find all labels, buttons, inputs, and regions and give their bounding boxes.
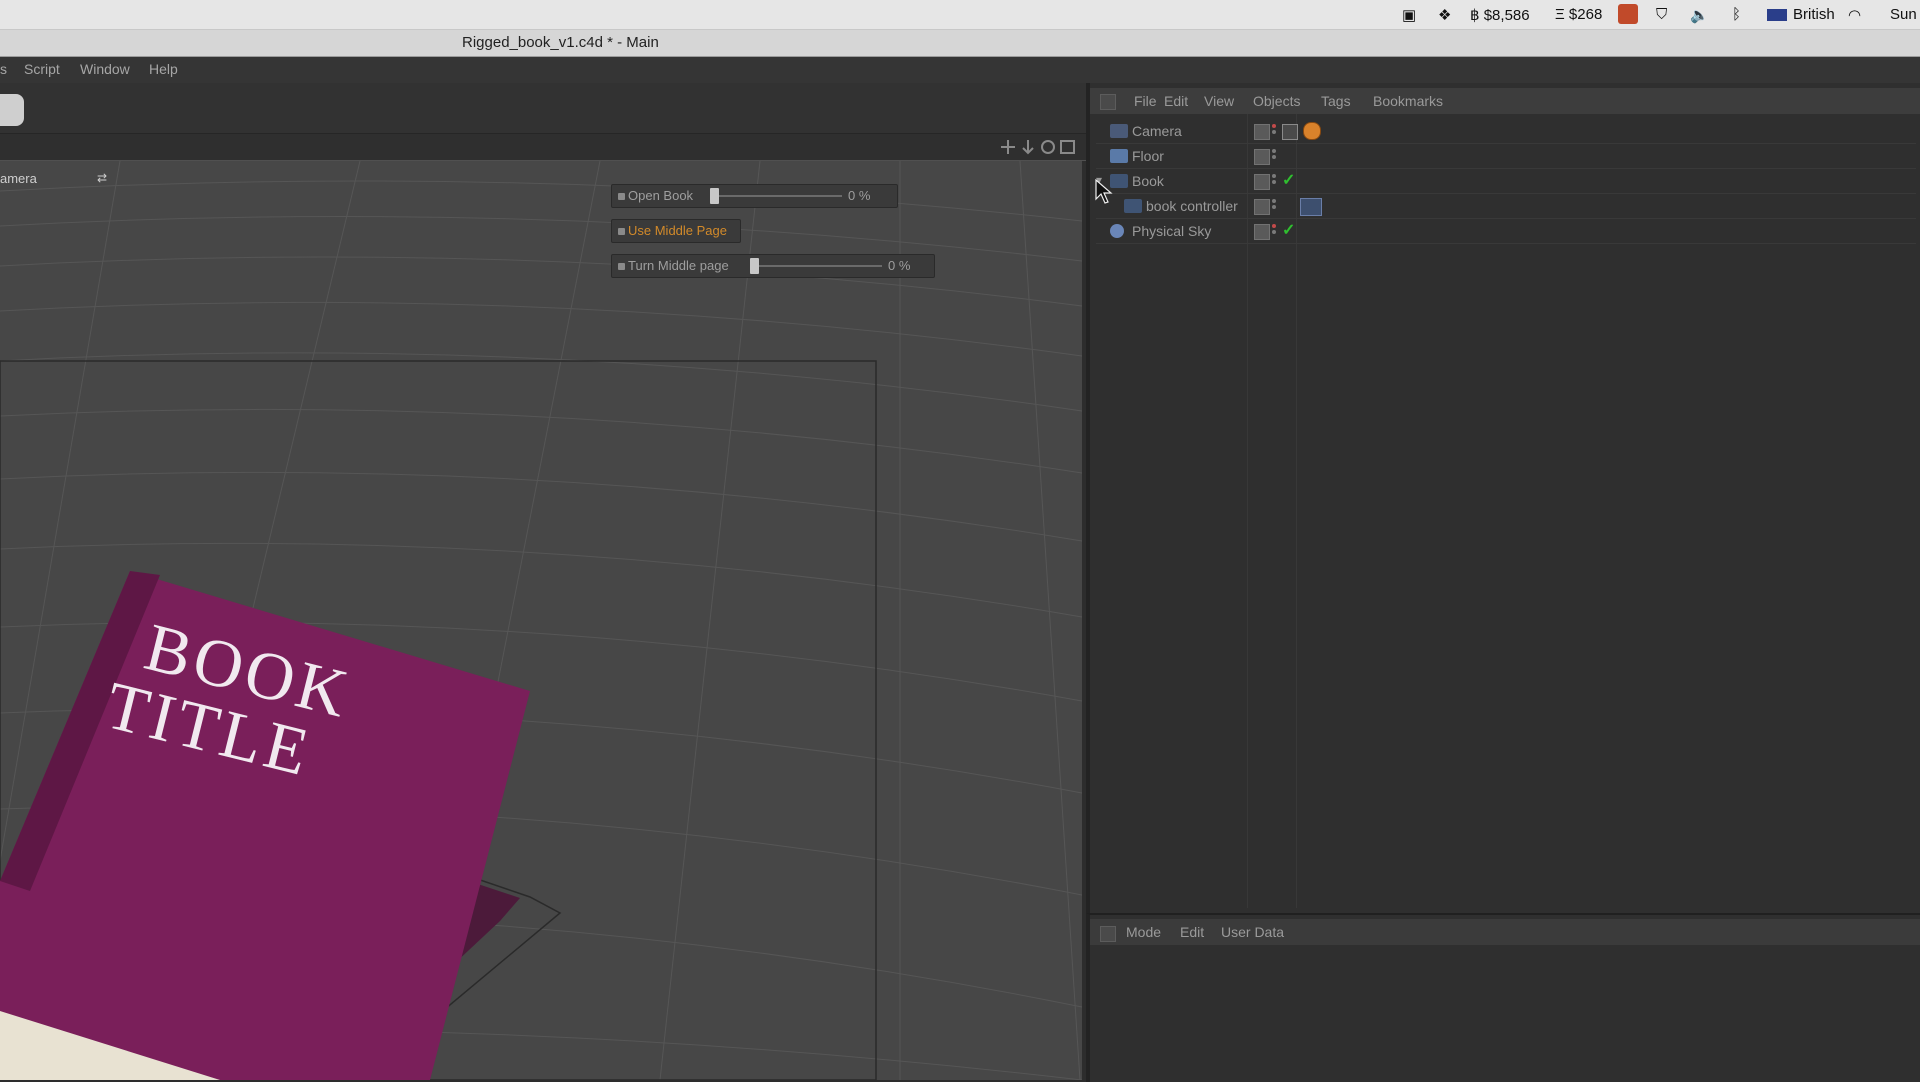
editor-render-dots[interactable] <box>1272 174 1276 188</box>
menu-item-help[interactable]: Help <box>149 61 178 77</box>
om-menu-edit[interactable]: Edit <box>1164 93 1188 109</box>
object-manager-menu: File Edit View Objects Tags Bookmarks <box>1090 88 1920 114</box>
toolbar <box>0 83 1086 134</box>
screen-record-icon[interactable]: ▣ <box>1402 6 1416 24</box>
object-row-book[interactable]: ▾ Book <box>1096 169 1916 194</box>
sky-icon <box>1110 224 1124 238</box>
turn-middle-page-value[interactable]: 0 % <box>888 258 910 273</box>
slider-thumb[interactable] <box>710 188 719 204</box>
flag-uk-icon <box>1767 9 1787 21</box>
open-book-value[interactable]: 0 % <box>848 188 870 203</box>
dropbox-icon[interactable]: ❖ <box>1438 6 1451 24</box>
om-menu-file[interactable]: File <box>1134 93 1157 109</box>
use-middle-page-toggle[interactable]: Use Middle Page <box>611 219 741 243</box>
menu-item-window[interactable]: Window <box>80 61 130 77</box>
visibility-toggle[interactable] <box>1254 149 1270 165</box>
clock[interactable]: Sun <box>1890 6 1917 23</box>
om-menu-bookmarks[interactable]: Bookmarks <box>1373 93 1443 109</box>
am-menu-mode[interactable]: Mode <box>1126 924 1161 940</box>
editor-render-dots[interactable] <box>1272 224 1276 238</box>
use-middle-page-label: Use Middle Page <box>628 223 727 238</box>
enabled-check-icon[interactable]: ✓ <box>1282 220 1295 240</box>
system-menu-bar: ▣ ❖ ฿ $8,586 Ξ $268 ⛉ 🔈 ᛒ British ◠ Sun <box>0 0 1920 30</box>
turn-middle-page-label: Turn Middle page <box>628 258 729 273</box>
eth-price[interactable]: Ξ $268 <box>1555 6 1602 23</box>
keyframe-icon[interactable] <box>618 228 625 235</box>
visibility-toggle[interactable] <box>1254 199 1270 215</box>
panel-grip-icon[interactable] <box>1100 94 1116 110</box>
open-book-label: Open Book <box>628 188 694 203</box>
editor-render-dots[interactable] <box>1272 149 1276 163</box>
mouse-cursor-icon <box>1095 179 1113 204</box>
turn-middle-page-slider[interactable]: Turn Middle page 0 % <box>611 254 935 278</box>
object-name[interactable]: Camera <box>1132 123 1182 139</box>
object-row-book-controller[interactable]: book controller <box>1096 194 1916 219</box>
viewport-nav-icons[interactable] <box>1000 139 1080 155</box>
object-name[interactable]: Floor <box>1132 148 1164 164</box>
wifi-icon[interactable]: ◠ <box>1848 6 1861 24</box>
floor-icon <box>1110 149 1128 163</box>
menu-item-script[interactable]: Script <box>24 61 60 77</box>
slider-track[interactable] <box>712 195 842 197</box>
keyframe-icon[interactable] <box>618 263 625 270</box>
panel-grip-icon[interactable] <box>1100 926 1116 942</box>
am-menu-edit[interactable]: Edit <box>1180 924 1204 940</box>
null-object-icon <box>1124 199 1142 213</box>
om-menu-objects[interactable]: Objects <box>1253 93 1300 109</box>
camera-icon <box>1110 124 1128 138</box>
visibility-toggle[interactable] <box>1254 124 1270 140</box>
attribute-manager-menu: Mode Edit User Data <box>1090 919 1920 945</box>
slider-track[interactable] <box>752 265 882 267</box>
open-book-slider[interactable]: Open Book 0 % <box>611 184 898 208</box>
menu-item-truncated[interactable]: s <box>0 61 7 77</box>
object-name[interactable]: Physical Sky <box>1132 223 1211 239</box>
tool-button[interactable] <box>0 94 24 126</box>
keyframe-icon[interactable] <box>618 193 625 200</box>
slider-thumb[interactable] <box>750 258 759 274</box>
input-language[interactable]: British <box>1793 6 1835 23</box>
object-name[interactable]: Book <box>1132 173 1164 189</box>
camera-link-icon[interactable]: ⇄ <box>97 171 107 185</box>
viewport-header <box>0 134 1086 161</box>
camera-label[interactable]: amera <box>0 171 37 186</box>
window-title: Rigged_book_v1.c4d * - Main <box>462 34 659 51</box>
volume-icon[interactable]: 🔈 <box>1690 6 1709 24</box>
object-row-floor[interactable]: Floor <box>1096 144 1916 169</box>
visibility-toggle[interactable] <box>1254 224 1270 240</box>
am-menu-user-data[interactable]: User Data <box>1221 924 1284 940</box>
object-name[interactable]: book controller <box>1146 198 1238 214</box>
bluetooth-icon[interactable]: ᛒ <box>1732 6 1741 23</box>
editor-render-dots[interactable] <box>1272 199 1276 213</box>
3d-viewport[interactable]: BOOK TITLE amera ⇄ Open Book 0 % Use Mid… <box>0 161 1082 1080</box>
visibility-toggle[interactable] <box>1254 174 1270 190</box>
app-menu-bar: s Script Window Help <box>0 57 1920 83</box>
protection-tag-icon[interactable] <box>1303 122 1321 140</box>
btc-price[interactable]: ฿ $8,586 <box>1470 6 1530 24</box>
shield-icon[interactable]: ⛉ <box>1656 6 1667 23</box>
app-status-icon[interactable] <box>1618 4 1638 24</box>
editor-render-dots[interactable] <box>1272 124 1276 138</box>
target-tag-icon[interactable] <box>1282 124 1298 140</box>
window-title-bar: Rigged_book_v1.c4d * - Main <box>0 30 1920 57</box>
object-row-camera[interactable]: Camera <box>1096 119 1916 144</box>
attribute-manager: Mode Edit User Data <box>1086 913 1920 1082</box>
om-menu-tags[interactable]: Tags <box>1321 93 1351 109</box>
om-menu-view[interactable]: View <box>1204 93 1234 109</box>
xpresso-tag-icon[interactable] <box>1300 198 1322 216</box>
enabled-check-icon[interactable]: ✓ <box>1282 170 1295 190</box>
object-row-physical-sky[interactable]: Physical Sky <box>1096 219 1916 244</box>
